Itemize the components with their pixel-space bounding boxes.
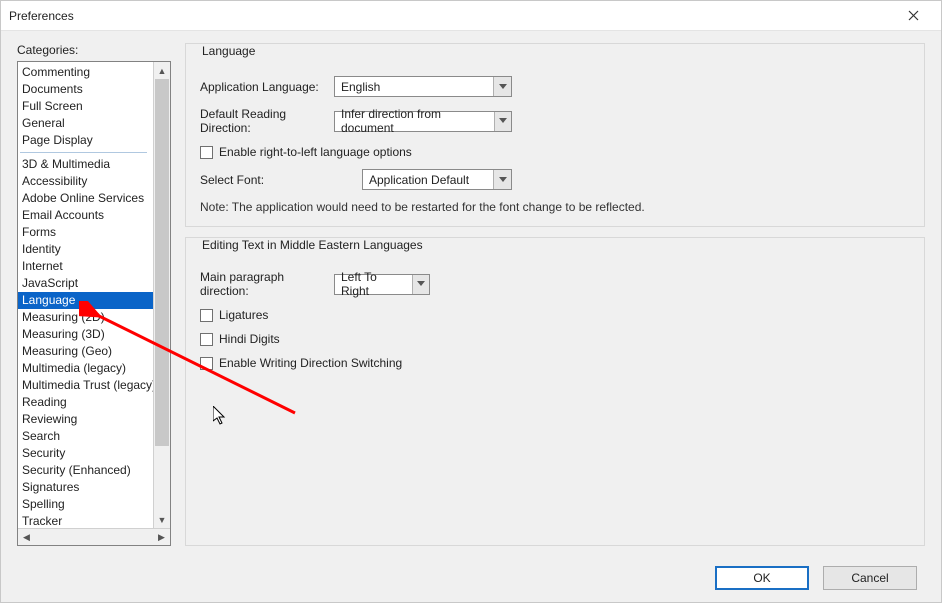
rtl-options-label: Enable right-to-left language options bbox=[219, 145, 412, 159]
category-item[interactable]: Accessibility bbox=[18, 173, 153, 190]
reading-direction-combo[interactable]: Infer direction from document bbox=[334, 111, 512, 132]
hindi-digits-label: Hindi Digits bbox=[219, 332, 280, 346]
font-restart-note: Note: The application would need to be r… bbox=[200, 200, 910, 214]
window-title: Preferences bbox=[9, 9, 74, 23]
scroll-down-icon[interactable]: ▼ bbox=[154, 511, 170, 528]
category-item[interactable]: Email Accounts bbox=[18, 207, 153, 224]
category-item[interactable]: Commenting bbox=[18, 64, 153, 81]
category-item[interactable]: Forms bbox=[18, 224, 153, 241]
category-item[interactable]: Security (Enhanced) bbox=[18, 462, 153, 479]
category-item[interactable]: Reviewing bbox=[18, 411, 153, 428]
category-item[interactable]: Full Screen bbox=[18, 98, 153, 115]
category-item[interactable]: Tracker bbox=[18, 513, 153, 528]
category-item[interactable]: Measuring (Geo) bbox=[18, 343, 153, 360]
writing-direction-checkbox[interactable] bbox=[200, 357, 213, 370]
select-font-combo[interactable]: Application Default bbox=[362, 169, 512, 190]
category-item[interactable]: Language bbox=[18, 292, 153, 309]
category-item[interactable]: JavaScript bbox=[18, 275, 153, 292]
paragraph-direction-label: Main paragraph direction: bbox=[200, 270, 334, 298]
categories-listbox[interactable]: CommentingDocumentsFull ScreenGeneralPag… bbox=[17, 61, 171, 546]
close-icon bbox=[908, 10, 919, 21]
ok-button[interactable]: OK bbox=[715, 566, 809, 590]
footer: OK Cancel bbox=[1, 554, 941, 602]
chevron-down-icon bbox=[417, 281, 425, 287]
close-button[interactable] bbox=[893, 2, 933, 30]
application-language-combo[interactable]: English bbox=[334, 76, 512, 97]
category-item[interactable]: Measuring (3D) bbox=[18, 326, 153, 343]
paragraph-direction-combo[interactable]: Left To Right bbox=[334, 274, 430, 295]
language-group: Language Application Language: English D… bbox=[185, 43, 925, 227]
middle-eastern-group-title: Editing Text in Middle Eastern Languages bbox=[200, 238, 425, 252]
category-item[interactable]: Internet bbox=[18, 258, 153, 275]
ligatures-label: Ligatures bbox=[219, 308, 268, 322]
category-item[interactable]: Measuring (2D) bbox=[18, 309, 153, 326]
category-item[interactable]: Page Display bbox=[18, 132, 153, 149]
category-item[interactable]: Signatures bbox=[18, 479, 153, 496]
categories-scrollbar-vertical[interactable]: ▲ ▼ bbox=[153, 62, 170, 528]
category-item[interactable]: Security bbox=[18, 445, 153, 462]
category-item[interactable]: Multimedia Trust (legacy) bbox=[18, 377, 153, 394]
titlebar: Preferences bbox=[1, 1, 941, 31]
chevron-down-icon bbox=[499, 84, 507, 90]
scroll-left-icon[interactable]: ◀ bbox=[18, 529, 35, 546]
chevron-down-icon bbox=[499, 118, 507, 124]
writing-direction-label: Enable Writing Direction Switching bbox=[219, 356, 402, 370]
application-language-label: Application Language: bbox=[200, 80, 334, 94]
preferences-dialog: Preferences Categories: CommentingDocume… bbox=[0, 0, 942, 603]
scroll-up-icon[interactable]: ▲ bbox=[154, 62, 170, 79]
category-item[interactable]: Reading bbox=[18, 394, 153, 411]
reading-direction-label: Default Reading Direction: bbox=[200, 107, 334, 135]
category-item[interactable]: Documents bbox=[18, 81, 153, 98]
rtl-options-checkbox[interactable] bbox=[200, 146, 213, 159]
categories-scrollbar-horizontal[interactable]: ◀ ▶ bbox=[18, 528, 170, 545]
category-item[interactable]: Identity bbox=[18, 241, 153, 258]
category-item[interactable]: Adobe Online Services bbox=[18, 190, 153, 207]
category-item[interactable]: Search bbox=[18, 428, 153, 445]
category-separator bbox=[20, 152, 147, 153]
cancel-button[interactable]: Cancel bbox=[823, 566, 917, 590]
ligatures-checkbox[interactable] bbox=[200, 309, 213, 322]
category-item[interactable]: Multimedia (legacy) bbox=[18, 360, 153, 377]
category-item[interactable]: Spelling bbox=[18, 496, 153, 513]
hindi-digits-checkbox[interactable] bbox=[200, 333, 213, 346]
select-font-label: Select Font: bbox=[200, 173, 334, 187]
scroll-right-icon[interactable]: ▶ bbox=[153, 529, 170, 546]
category-item[interactable]: General bbox=[18, 115, 153, 132]
middle-eastern-group: Editing Text in Middle Eastern Languages… bbox=[185, 237, 925, 546]
chevron-down-icon bbox=[499, 177, 507, 183]
categories-heading: Categories: bbox=[17, 43, 171, 57]
language-group-title: Language bbox=[200, 44, 257, 58]
category-item[interactable]: 3D & Multimedia bbox=[18, 156, 153, 173]
